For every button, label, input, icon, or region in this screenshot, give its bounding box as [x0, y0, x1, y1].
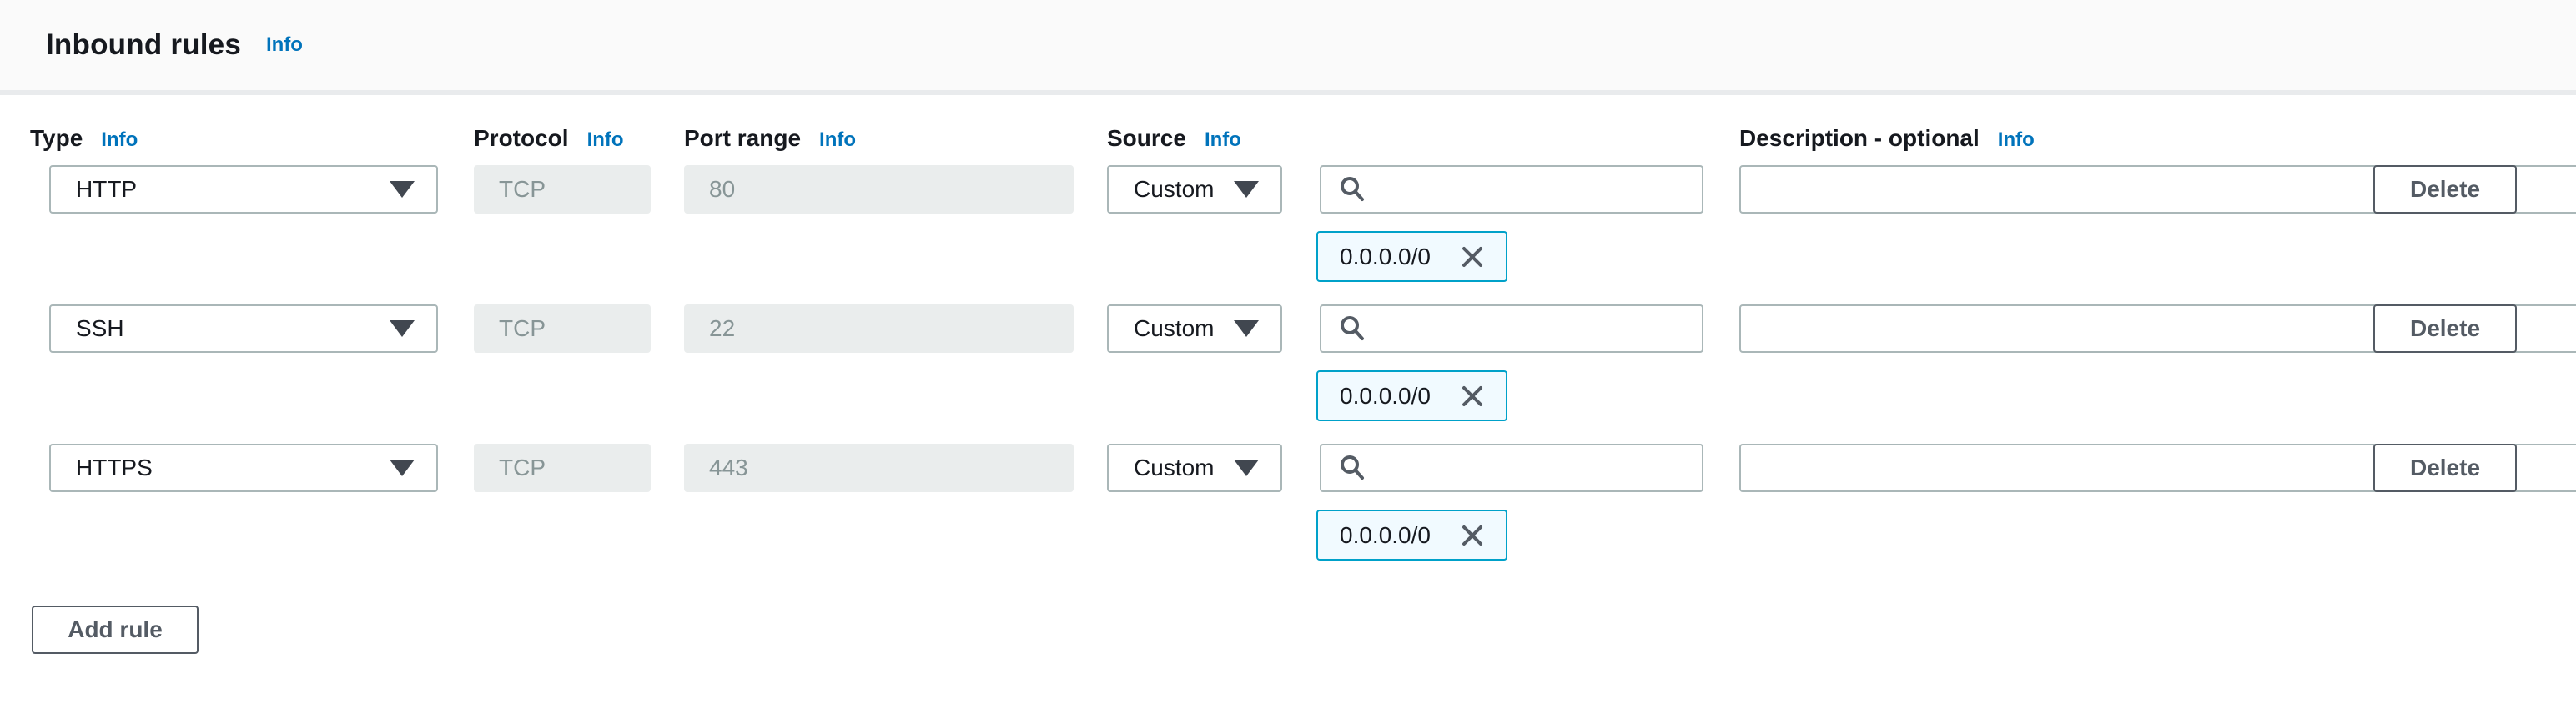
protocol-field: TCP: [474, 444, 651, 492]
column-header-type: TypeInfo: [30, 125, 138, 152]
protocol-field: TCP: [474, 165, 651, 214]
rule-row-ssh: SSH TCP 22 Custom Delete 0.0.0.0/0: [0, 304, 2576, 444]
chevron-down-icon: [390, 460, 415, 476]
source-cidr-token: 0.0.0.0/0: [1316, 231, 1507, 282]
source-select-value: Custom: [1134, 176, 1234, 203]
protocol-field: TCP: [474, 304, 651, 353]
port-range-field: 80: [684, 165, 1074, 214]
inbound-rules-list: HTTP TCP 80 Custom Delete 0.0.0.0/0: [0, 165, 2576, 583]
source-search-box: [1320, 444, 1703, 492]
type-select[interactable]: HTTPS: [49, 444, 438, 492]
page-title: Inbound rules: [46, 28, 241, 62]
type-select[interactable]: HTTP: [49, 165, 438, 214]
source-cidr-value: 0.0.0.0/0: [1340, 522, 1431, 549]
type-select-value: HTTP: [76, 176, 390, 203]
source-select-value: Custom: [1134, 315, 1234, 342]
delete-rule-button[interactable]: Delete: [2373, 304, 2517, 353]
chevron-down-icon: [1234, 460, 1259, 476]
chevron-down-icon: [390, 181, 415, 198]
column-header-source: SourceInfo: [1107, 125, 1241, 152]
type-select-value: HTTPS: [76, 455, 390, 481]
close-icon[interactable]: [1459, 383, 1486, 410]
port-range-field: 22: [684, 304, 1074, 353]
source-info-link[interactable]: Info: [1205, 128, 1241, 151]
rule-row-https: HTTPS TCP 443 Custom Delete 0.0.0.0/0: [0, 444, 2576, 583]
source-search-input[interactable]: [1366, 306, 1702, 351]
protocol-info-link[interactable]: Info: [587, 128, 624, 151]
chevron-down-icon: [1234, 320, 1259, 337]
delete-rule-button[interactable]: Delete: [2373, 444, 2517, 492]
source-cidr-token: 0.0.0.0/0: [1316, 370, 1507, 421]
close-icon[interactable]: [1459, 522, 1486, 549]
source-search-box: [1320, 304, 1703, 353]
type-select[interactable]: SSH: [49, 304, 438, 353]
source-search-input[interactable]: [1366, 167, 1702, 212]
add-rule-button[interactable]: Add rule: [32, 606, 199, 654]
type-select-value: SSH: [76, 315, 390, 342]
source-cidr-value: 0.0.0.0/0: [1340, 383, 1431, 410]
source-search-input[interactable]: [1366, 445, 1702, 490]
description-info-link[interactable]: Info: [1998, 128, 2035, 151]
port-range-field: 443: [684, 444, 1074, 492]
inbound-rules-header: Inbound rules Info: [0, 0, 2576, 95]
port-range-info-link[interactable]: Info: [819, 128, 856, 151]
source-select-value: Custom: [1134, 455, 1234, 481]
rule-row-http: HTTP TCP 80 Custom Delete 0.0.0.0/0: [0, 165, 2576, 304]
delete-rule-button[interactable]: Delete: [2373, 165, 2517, 214]
search-icon: [1338, 454, 1366, 482]
source-select[interactable]: Custom: [1107, 444, 1282, 492]
source-select[interactable]: Custom: [1107, 165, 1282, 214]
type-info-link[interactable]: Info: [101, 128, 138, 151]
source-search-box: [1320, 165, 1703, 214]
search-icon: [1338, 175, 1366, 204]
column-headers: TypeInfo ProtocolInfo Port rangeInfo Sou…: [0, 125, 2576, 165]
source-cidr-token: 0.0.0.0/0: [1316, 510, 1507, 561]
chevron-down-icon: [1234, 181, 1259, 198]
source-select[interactable]: Custom: [1107, 304, 1282, 353]
inbound-rules-info-link[interactable]: Info: [266, 33, 303, 57]
column-header-protocol: ProtocolInfo: [474, 125, 624, 152]
chevron-down-icon: [390, 320, 415, 337]
close-icon[interactable]: [1459, 244, 1486, 270]
column-header-description: Description - optionalInfo: [1739, 125, 2035, 152]
source-cidr-value: 0.0.0.0/0: [1340, 244, 1431, 270]
column-header-port-range: Port rangeInfo: [684, 125, 856, 152]
search-icon: [1338, 314, 1366, 343]
